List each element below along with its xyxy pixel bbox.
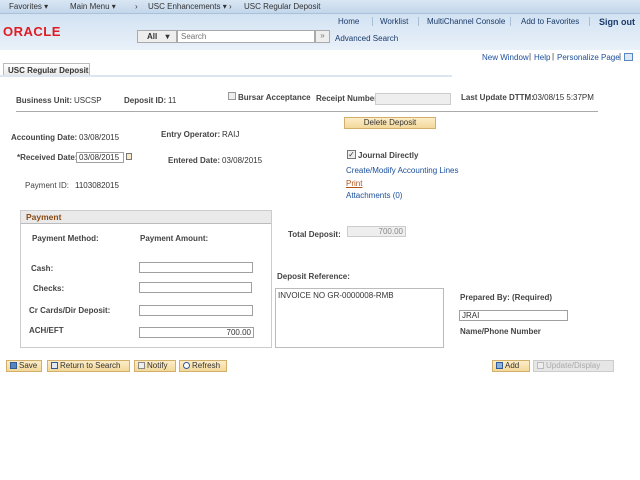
payment-amount-header: Payment Amount: [140,234,209,243]
bursar-label: Bursar Acceptance [238,93,311,102]
ach-eft-input[interactable]: 700.00 [139,327,254,338]
update-display-icon [537,362,544,369]
update-display-button[interactable]: Update/Display [533,360,614,372]
bursar-checkbox[interactable] [228,92,236,100]
business-unit-label: Business Unit: [16,96,73,105]
refresh-button[interactable]: Refresh [179,360,227,372]
calendar-icon[interactable] [126,153,132,160]
home-link[interactable]: Home [338,17,359,26]
add-favorites-link[interactable]: Add to Favorites [521,17,579,26]
save-button[interactable]: Save [6,360,42,372]
cr-cards-label: Cr Cards/Dir Deposit: [29,306,111,315]
grid-icon[interactable] [624,53,633,61]
accounting-lines-link[interactable]: Create/Modify Accounting Lines [346,166,459,175]
header: Home Worklist MultiChannel Console Add t… [0,14,640,50]
payment-id-label: Payment ID: [25,181,70,190]
sign-out-link[interactable]: Sign out [599,17,635,27]
search-icon [51,362,58,369]
entered-date-value: 03/08/2015 [222,156,263,165]
multichannel-link[interactable]: MultiChannel Console [427,17,505,26]
top-nav: Favorites ▾ Main Menu ▾ › USC Enhancemen… [0,0,640,14]
payment-id-value: 1103082015 [75,181,119,190]
receipt-number-label: Receipt Number [316,94,378,103]
accounting-date-label: Accounting Date: [11,133,78,142]
new-window-link[interactable]: New Window [482,53,529,62]
breadcrumb-enhancements[interactable]: USC Enhancements ▾ › [148,2,232,11]
last-update-value: 03/08/15 5:37PM [533,93,594,102]
search-input[interactable] [177,30,315,43]
checks-input[interactable] [139,282,252,293]
entry-operator-value: RAIJ [222,130,240,139]
entry-operator-label: Entry Operator: [161,130,221,139]
breadcrumb-sep: › [135,2,138,11]
total-deposit-field: 700.00 [347,226,406,237]
add-icon [496,362,503,369]
checks-label: Checks: [33,284,65,293]
save-icon [10,362,17,369]
payment-method-header: Payment Method: [32,234,99,243]
oracle-logo: ORACLE [3,24,61,39]
cash-input[interactable] [139,262,253,273]
attachments-link[interactable]: Attachments (0) [346,191,402,200]
receipt-number-field[interactable] [375,93,451,105]
search-scope-select[interactable]: All ▾ [137,30,177,43]
cr-cards-input[interactable] [139,305,253,316]
personalize-link[interactable]: Personalize Page [557,53,620,62]
delete-deposit-button[interactable]: Delete Deposit [344,117,436,129]
ach-eft-label: ACH/EFT [29,326,64,335]
received-date-label: *Received Date: [17,153,78,162]
deposit-reference-textarea[interactable]: INVOICE NO GR-0000008-RMB [275,288,444,348]
cash-label: Cash: [31,264,54,273]
print-link[interactable]: Print [346,179,362,188]
last-update-label: Last Update DTTM: [461,93,534,102]
help-link[interactable]: Help [534,53,550,62]
accounting-date-value: 03/08/2015 [79,133,120,142]
return-to-search-button[interactable]: Return to Search [47,360,130,372]
advanced-search-link[interactable]: Advanced Search [335,34,398,43]
prepared-by-input[interactable]: JRAI [459,310,568,321]
prepared-by-label: Prepared By: (Required) [460,293,553,302]
entered-date-label: Entered Date: [168,156,221,165]
deposit-id-label: Deposit ID: [124,96,167,105]
received-date-field[interactable]: 03/08/2015 [76,152,124,163]
business-unit-value: USCSP [74,96,102,105]
notify-icon [138,362,145,369]
deposit-reference-label: Deposit Reference: [277,272,350,281]
search-go-button[interactable]: » [315,30,330,43]
total-deposit-label: Total Deposit: [288,230,341,239]
payment-title: Payment [21,211,271,224]
add-button[interactable]: Add [492,360,530,372]
journal-directly-label: Journal Directly [358,151,419,160]
journal-directly-checkbox[interactable]: ✓ [347,150,356,159]
worklist-link[interactable]: Worklist [380,17,408,26]
favorites-menu[interactable]: Favorites ▾ [9,2,48,11]
notify-button[interactable]: Notify [134,360,176,372]
name-phone-label: Name/Phone Number [460,327,541,336]
breadcrumb-current: USC Regular Deposit [244,2,321,11]
main-menu[interactable]: Main Menu ▾ [70,2,116,11]
deposit-id-value: 11 [168,96,177,105]
refresh-icon [183,362,190,369]
